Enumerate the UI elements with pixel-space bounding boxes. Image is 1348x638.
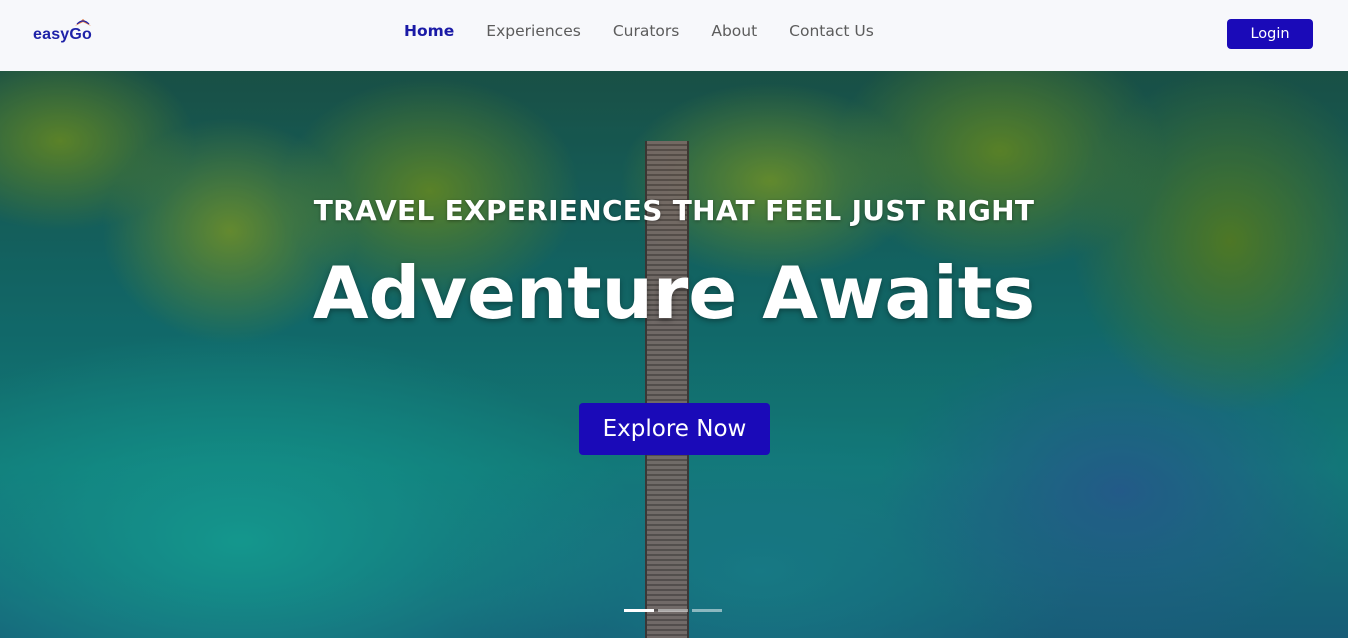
explore-now-button[interactable]: Explore Now: [579, 403, 770, 455]
brand-name: easyGo: [33, 26, 93, 43]
hero-title: Adventure Awaits: [312, 251, 1036, 335]
carousel-indicator[interactable]: [692, 609, 722, 612]
navbar: easyGo Home Experiences Curators About C…: [0, 0, 1348, 71]
hero-carousel: TRAVEL EXPERIENCES THAT FEEL JUST RIGHT …: [0, 71, 1348, 638]
hero-subtitle: TRAVEL EXPERIENCES THAT FEEL JUST RIGHT: [313, 194, 1035, 227]
main-nav: Home Experiences Curators About Contact …: [404, 22, 874, 40]
brand-logo[interactable]: easyGo: [33, 16, 103, 48]
nav-item-home[interactable]: Home: [404, 22, 454, 40]
hero-content: TRAVEL EXPERIENCES THAT FEEL JUST RIGHT …: [0, 71, 1348, 638]
carousel-indicators: [624, 609, 722, 612]
carousel-indicator[interactable]: [658, 609, 688, 612]
login-button[interactable]: Login: [1227, 19, 1313, 49]
nav-item-curators[interactable]: Curators: [613, 22, 680, 40]
nav-item-about[interactable]: About: [711, 22, 757, 40]
nav-item-experiences[interactable]: Experiences: [486, 22, 581, 40]
carousel-indicator[interactable]: [624, 609, 654, 612]
nav-item-contact-us[interactable]: Contact Us: [789, 22, 874, 40]
